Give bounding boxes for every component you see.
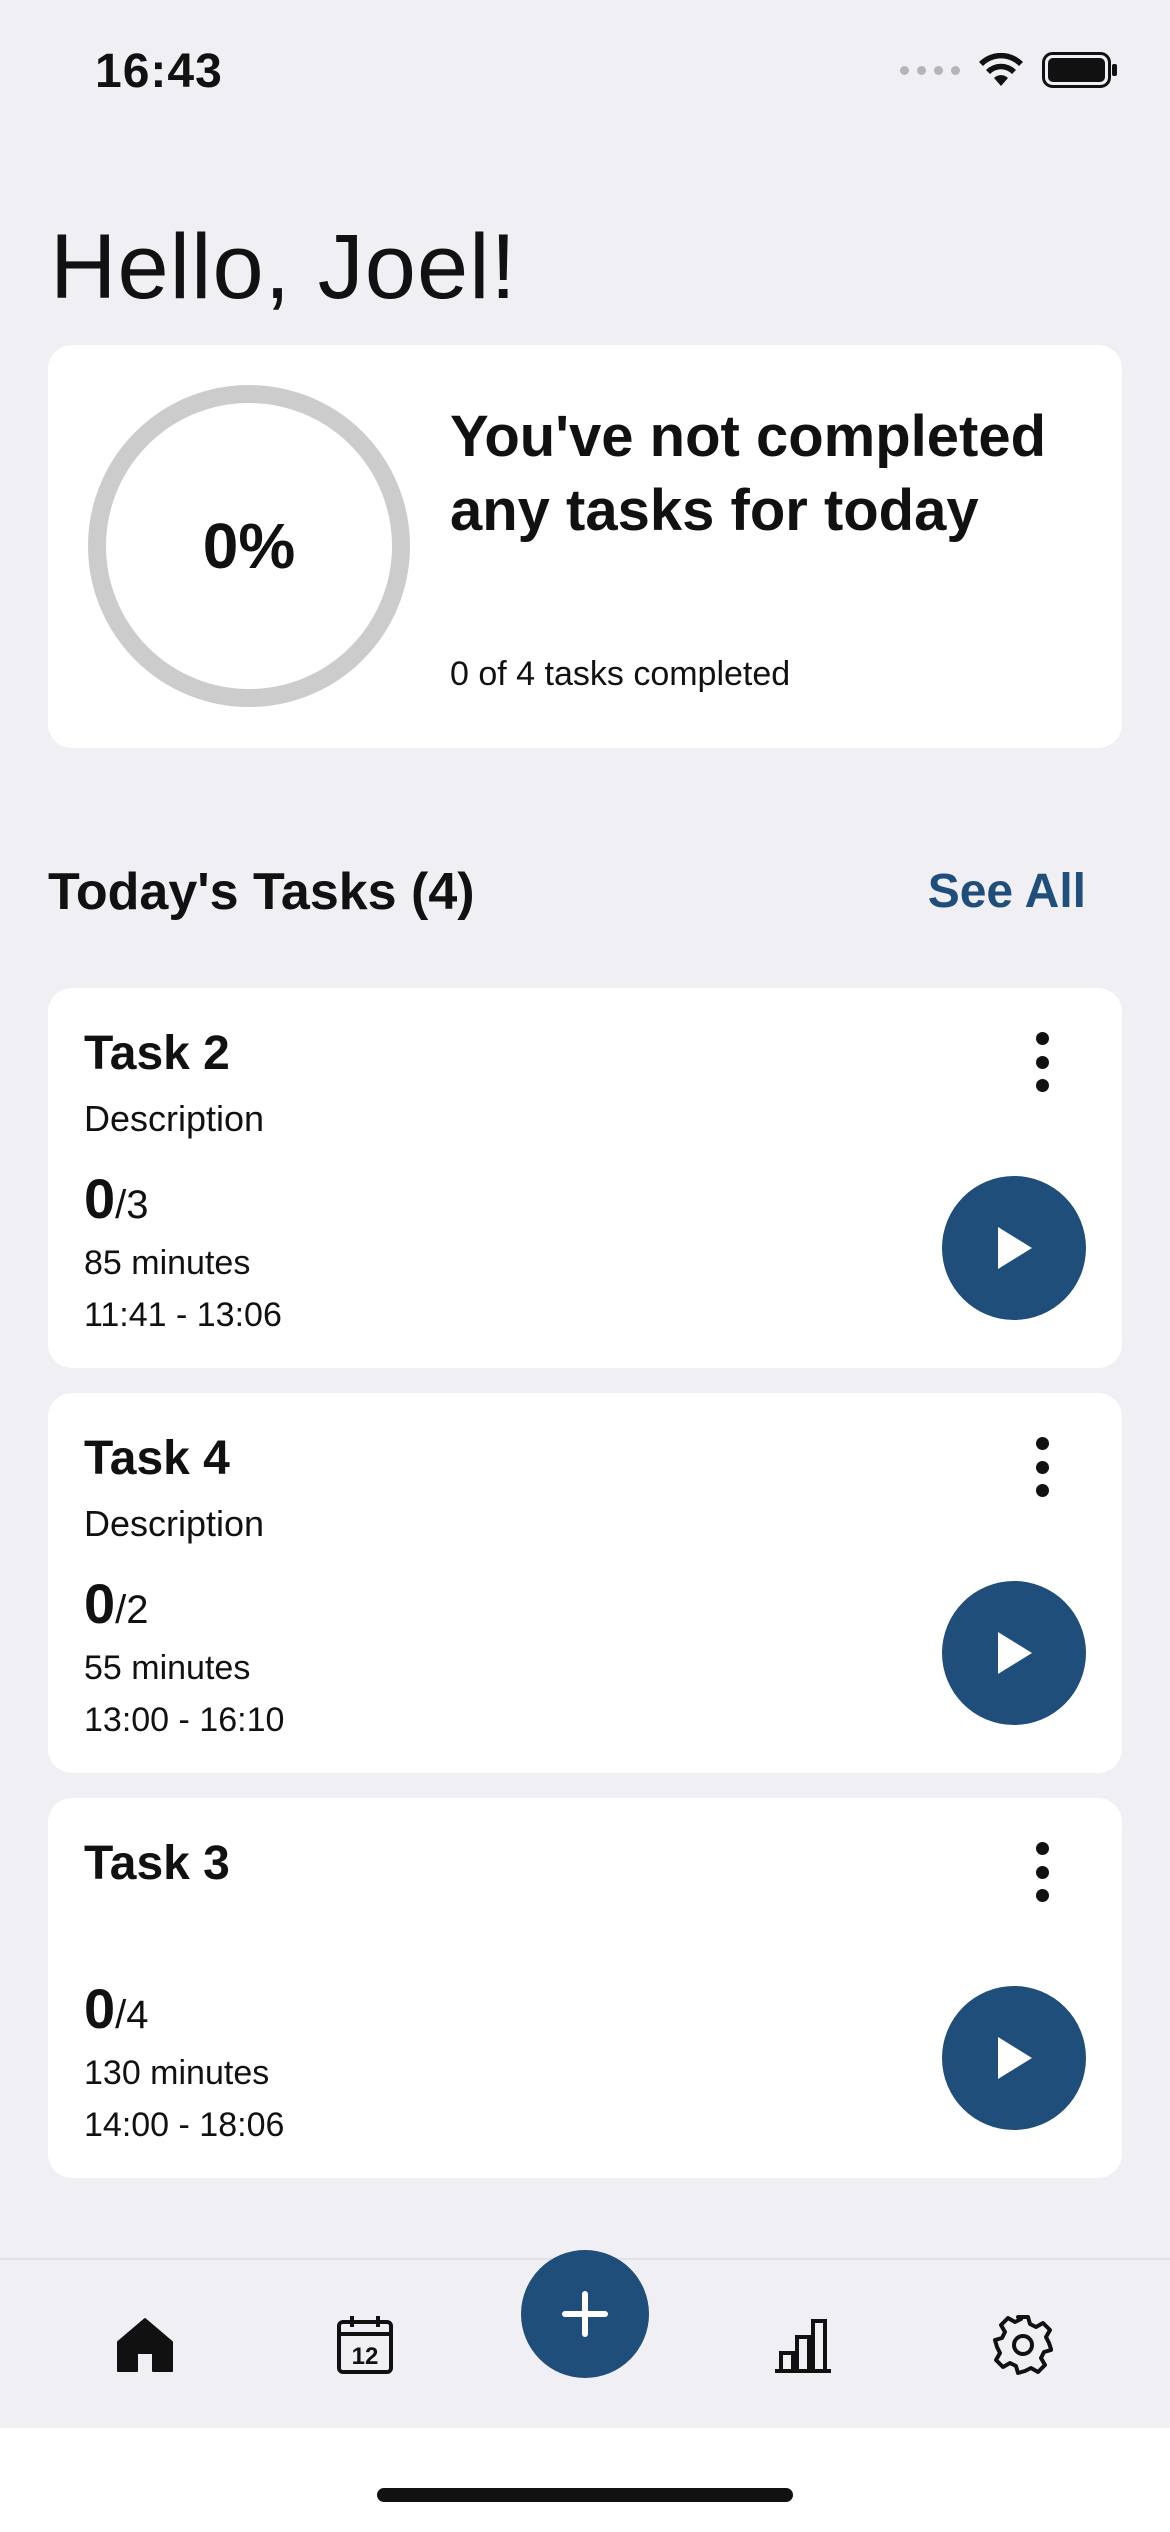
task-total-count: /4 bbox=[115, 1993, 149, 2037]
tab-statistics[interactable] bbox=[758, 2300, 848, 2390]
home-indicator[interactable] bbox=[377, 2488, 793, 2502]
progress-title: You've not completed any tasks for today bbox=[450, 404, 1047, 543]
progress-card: 0% You've not completed any tasks for to… bbox=[48, 345, 1122, 748]
task-progress-count: 0/4 bbox=[84, 1976, 149, 2041]
home-icon bbox=[117, 2318, 173, 2372]
task-time-range: 14:00 - 18:06 bbox=[84, 2106, 285, 2144]
play-icon bbox=[998, 1227, 1032, 1269]
more-options-icon[interactable] bbox=[1022, 1437, 1062, 1497]
signal-icon bbox=[900, 65, 960, 75]
wifi-icon bbox=[979, 53, 1023, 86]
task-done-count: 0 bbox=[84, 1977, 116, 2040]
home-screen: 16:43 Hello, Joel! 0% You've not complet… bbox=[0, 0, 1170, 2532]
greeting-title: Hello, Joel! bbox=[50, 216, 518, 318]
plus-icon bbox=[562, 2291, 608, 2337]
play-button[interactable] bbox=[942, 1986, 1086, 2130]
task-description: Description bbox=[84, 1098, 265, 1139]
play-icon bbox=[998, 1632, 1032, 1674]
tab-calendar[interactable]: 12 bbox=[320, 2300, 410, 2390]
status-bar: 16:43 bbox=[0, 0, 1170, 150]
task-title: Task 4 bbox=[84, 1432, 230, 1485]
add-task-button[interactable] bbox=[521, 2250, 649, 2378]
stats-icon bbox=[775, 2319, 831, 2373]
progress-percent: 0% bbox=[202, 510, 296, 582]
task-card[interactable]: Task 4 Description 0/2 55 minutes 13:00 … bbox=[48, 1393, 1122, 1773]
progress-subtitle: 0 of 4 tasks completed bbox=[450, 655, 791, 693]
play-button[interactable] bbox=[942, 1581, 1086, 1725]
task-duration: 85 minutes bbox=[84, 1244, 251, 1282]
settings-icon bbox=[993, 2315, 1053, 2375]
play-button[interactable] bbox=[942, 1176, 1086, 1320]
more-options-icon[interactable] bbox=[1022, 1842, 1062, 1902]
calendar-icon: 12 bbox=[337, 2316, 393, 2374]
tab-home[interactable] bbox=[100, 2300, 190, 2390]
tab-settings[interactable] bbox=[978, 2300, 1068, 2390]
task-done-count: 0 bbox=[84, 1167, 116, 1230]
home-indicator-area bbox=[0, 2428, 1170, 2532]
task-progress-count: 0/2 bbox=[84, 1571, 149, 1636]
task-duration: 130 minutes bbox=[84, 2054, 270, 2092]
task-card[interactable]: Task 2 Description 0/3 85 minutes 11:41 … bbox=[48, 988, 1122, 1368]
calendar-day-label: 12 bbox=[352, 2343, 379, 2370]
tab-bar: 12 bbox=[0, 2250, 1170, 2428]
play-icon bbox=[998, 2037, 1032, 2079]
status-time: 16:43 bbox=[95, 45, 223, 98]
task-time-range: 11:41 - 13:06 bbox=[84, 1296, 282, 1334]
task-total-count: /2 bbox=[115, 1588, 149, 1632]
see-all-button[interactable]: See All bbox=[928, 864, 1086, 919]
battery-icon bbox=[1042, 52, 1117, 88]
task-title: Task 3 bbox=[84, 1837, 230, 1890]
task-done-count: 0 bbox=[84, 1572, 116, 1635]
task-total-count: /3 bbox=[115, 1183, 149, 1227]
task-description: Description bbox=[84, 1503, 265, 1544]
todays-tasks-title: Today's Tasks (4) bbox=[48, 863, 475, 921]
task-title: Task 2 bbox=[84, 1027, 230, 1080]
task-card[interactable]: Task 3 0/4 130 minutes 14:00 - 18:06 bbox=[48, 1798, 1122, 2178]
task-progress-count: 0/3 bbox=[84, 1166, 149, 1231]
more-options-icon[interactable] bbox=[1022, 1032, 1062, 1092]
status-icons bbox=[900, 52, 1118, 88]
task-time-range: 13:00 - 16:10 bbox=[84, 1701, 285, 1739]
task-duration: 55 minutes bbox=[84, 1649, 251, 1687]
